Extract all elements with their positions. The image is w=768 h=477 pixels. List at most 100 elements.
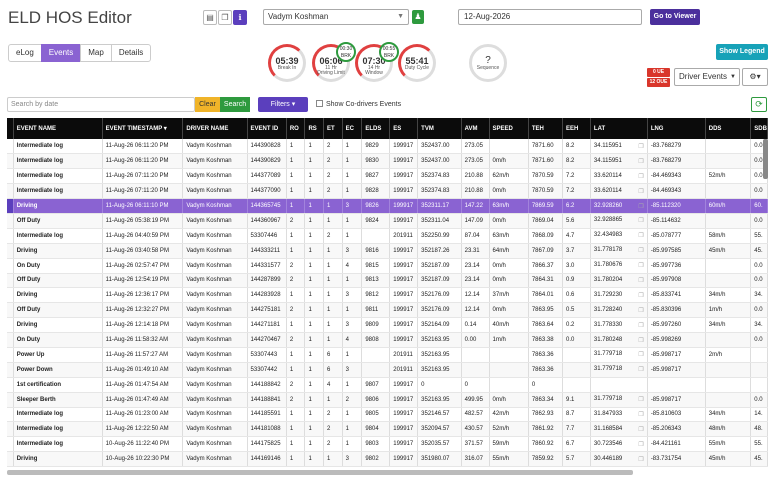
table-row[interactable]: Sleeper Berth 11-Aug-26 01:47:49 AM Vadym … [7,392,768,408]
column-header[interactable]: AVM [461,118,490,139]
table-row[interactable]: Driving 11-Aug-26 12:36:17 PM Vadym Koshma… [7,287,768,304]
codrivers-checkbox[interactable]: Show Co-drivers Events [316,100,401,108]
copy-icon[interactable]: ❐ [218,10,232,25]
tab-map[interactable]: Map [80,44,112,62]
unidentified-events-badge[interactable]: 0 UE [647,68,670,77]
event-name[interactable]: On Duty [17,263,40,269]
copy-icon[interactable]: ❐ [638,173,643,180]
copy-icon[interactable]: ❐ [638,217,643,224]
event-name[interactable]: Off Duty [17,218,41,224]
table-row[interactable]: Intermediate log 11-Aug-26 04:40:59 PM Vad… [7,228,768,244]
table-row[interactable]: Intermediate log 11-Aug-26 12:22:50 AM Vad… [7,421,768,438]
column-header[interactable]: EVENT ID [247,118,287,139]
event-name[interactable]: Power Up [17,352,45,358]
copy-icon[interactable]: ❐ [638,247,643,254]
column-header[interactable]: EVENT NAME [13,118,103,139]
clear-button[interactable]: Clear [195,97,220,112]
table-row[interactable]: On Duty 11-Aug-26 02:57:47 PM Vadym Koshma… [7,258,768,274]
event-name[interactable]: Off Duty [17,277,41,283]
table-row[interactable]: Intermediate log 11-Aug-26 06:11:20 PM Vad… [7,139,768,155]
other-unidentified-events-badge[interactable]: 12 OUE [647,78,670,87]
tab-details[interactable]: Details [110,44,152,62]
table-row[interactable]: Intermediate log 11-Aug-26 07:11:20 PM Vad… [7,168,768,185]
table-row[interactable]: Intermediate log 10-Aug-26 11:22:40 PM Vad… [7,436,768,453]
column-header[interactable]: TEH [528,118,563,139]
table-row[interactable]: On Duty 11-Aug-26 11:58:32 AM Vadym Koshma… [7,332,768,348]
copy-icon[interactable]: ❐ [638,188,643,195]
go-to-viewer-button[interactable]: Go to Viewer [650,9,700,25]
event-name[interactable]: 1st certification [17,382,61,388]
table-row[interactable]: 1st certification 11-Aug-26 01:47:54 AM Va… [7,377,768,393]
column-header[interactable]: EVENT TIMESTAMP ▾ [102,118,184,139]
filters-button[interactable]: Filters ▾ [258,97,308,112]
table-row[interactable]: Driving 11-Aug-26 12:14:18 PM Vadym Koshma… [7,317,768,334]
event-name[interactable]: Intermediate log [17,426,63,432]
document-icon[interactable]: ▤ [203,10,217,25]
search-button[interactable]: Search [220,97,250,112]
table-row[interactable]: Power Up 11-Aug-26 11:57:27 AM Vadym Koshm… [7,347,768,363]
event-name[interactable]: Power Down [17,367,53,373]
date-input[interactable]: 12-Aug-2026 [458,9,642,25]
table-row[interactable]: Off Duty 11-Aug-26 05:38:19 PM Vadym Koshm… [7,213,768,229]
table-row[interactable]: Off Duty 11-Aug-26 12:54:19 PM Vadym Koshm… [7,273,768,289]
event-name[interactable]: Intermediate log [17,411,63,417]
event-name[interactable]: Intermediate log [17,188,63,194]
event-name[interactable]: Driving [17,203,38,209]
table-row[interactable]: Intermediate log 11-Aug-26 07:11:20 PM Vad… [7,183,768,200]
event-name[interactable]: Off Duty [17,307,41,313]
tab-events[interactable]: Events [40,44,82,62]
column-header[interactable]: ET [323,118,343,139]
date-search-input[interactable]: Search by date [7,97,195,112]
copy-icon[interactable]: ❐ [638,411,643,418]
column-header[interactable]: LNG [647,118,706,139]
refresh-icon[interactable]: ⟳ [751,97,767,112]
copy-icon[interactable]: ❐ [638,426,643,433]
copy-icon[interactable]: ❐ [638,322,643,329]
event-name[interactable]: Intermediate log [17,158,63,164]
event-name[interactable]: Sleeper Berth [17,397,56,403]
copy-icon[interactable]: ❐ [638,292,643,299]
column-header[interactable]: DRIVER NAME [182,118,248,139]
column-header[interactable]: TVM [417,118,462,139]
event-name[interactable]: Intermediate log [17,173,63,179]
column-header[interactable]: LAT [590,118,648,139]
table-row[interactable]: Intermediate log 11-Aug-26 06:11:20 PM Vad… [7,153,768,170]
settings-dropdown[interactable]: ⚙▾ [742,68,768,86]
copy-icon[interactable]: ❐ [638,396,643,403]
column-header[interactable]: DDS [705,118,752,139]
copy-icon[interactable]: ❐ [638,158,643,165]
table-row[interactable]: Intermediate log 11-Aug-26 01:23:00 AM Vad… [7,407,768,423]
copy-icon[interactable]: ❐ [638,456,643,463]
event-name[interactable]: Driving [17,456,38,462]
column-header[interactable]: RS [304,118,325,139]
column-header[interactable]: ES [389,118,419,139]
table-row[interactable]: Driving 11-Aug-26 03:40:58 PM Vadym Koshma… [7,243,768,259]
event-name[interactable]: Intermediate log [17,143,63,149]
vertical-scrollbar[interactable] [763,139,768,179]
event-type-select[interactable]: Driver Events ▼ [674,68,740,86]
event-name[interactable]: Driving [17,248,38,254]
event-name[interactable]: Driving [17,292,38,298]
copy-icon[interactable]: ❐ [638,337,643,344]
copy-icon[interactable]: ❐ [638,262,643,269]
column-header[interactable]: RO [286,118,306,139]
column-header[interactable]: SPEED [489,118,529,139]
event-name[interactable]: Driving [17,322,38,328]
copy-icon[interactable]: ❐ [638,351,643,358]
table-row[interactable]: Driving 11-Aug-26 06:11:10 PM Vadym Koshma… [7,198,768,214]
copy-icon[interactable]: ❐ [638,441,643,448]
driver-select[interactable]: Vadym Koshman ▼ [263,9,409,25]
column-header[interactable]: EC [342,118,363,139]
tab-elog[interactable]: eLog [8,44,42,62]
table-row[interactable]: Off Duty 11-Aug-26 12:32:27 PM Vadym Koshm… [7,302,768,319]
copy-icon[interactable]: ❐ [638,143,643,150]
copy-icon[interactable]: ❐ [638,366,643,373]
event-name[interactable]: Intermediate log [17,233,63,239]
event-name[interactable]: On Duty [17,337,40,343]
column-header[interactable]: SDB [750,118,768,139]
copy-icon[interactable]: ❐ [638,203,643,210]
copy-icon[interactable]: ❐ [638,277,643,284]
event-name[interactable]: Intermediate log [17,441,63,447]
table-row[interactable]: Power Down 11-Aug-26 01:49:10 AM Vadym Kos… [7,362,768,378]
table-row[interactable]: Driving 10-Aug-26 10:22:30 PM Vadym Koshma… [7,451,768,468]
